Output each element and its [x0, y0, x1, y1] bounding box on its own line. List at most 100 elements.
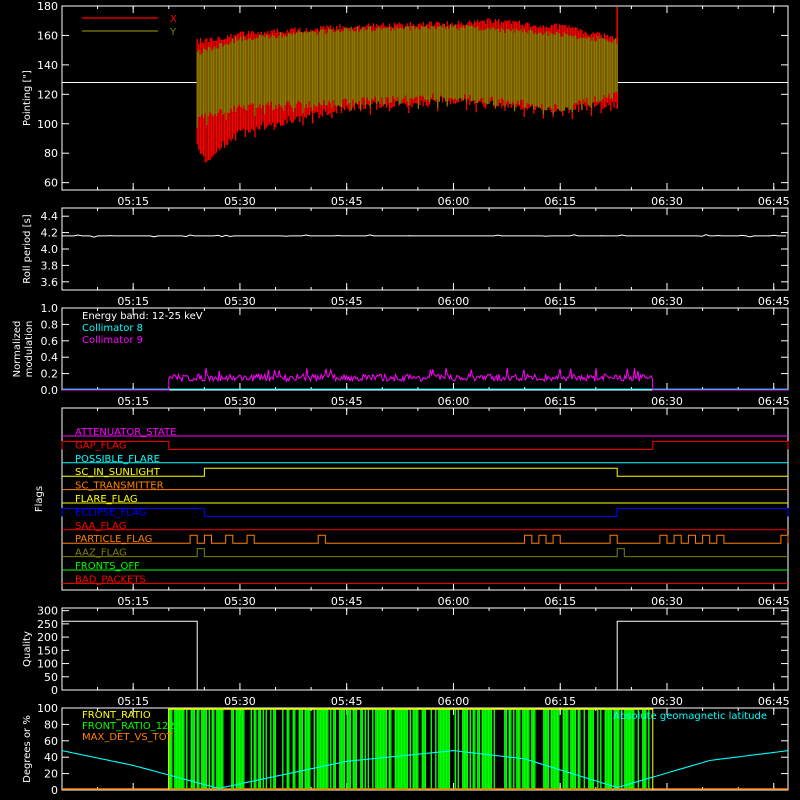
- y-tick-label: 100: [37, 702, 58, 715]
- x-tick-label: 06:30: [651, 395, 683, 408]
- x-tick-label: 06:15: [544, 395, 576, 408]
- x-tick-label: 06:45: [758, 695, 790, 708]
- y-tick-label: 3.6: [41, 276, 59, 289]
- x-tick-label: 06:45: [758, 295, 790, 308]
- y-tick-label: 120: [37, 88, 58, 101]
- x-tick-label: 05:15: [117, 295, 149, 308]
- x-tick-label: 06:00: [438, 395, 470, 408]
- y-tick-label: 20: [44, 768, 58, 781]
- y-tick-label: 1.0: [41, 302, 59, 315]
- y-tick-label: 100: [37, 658, 58, 671]
- y-tick-label: 0.4: [41, 351, 59, 364]
- y-axis-label: Degrees or %: [22, 715, 33, 783]
- x-tick-label: 05:30: [224, 695, 256, 708]
- x-tick-label: 05:45: [331, 695, 363, 708]
- flag-trace: [61, 507, 789, 517]
- flag-label: ECLIPSE_FLAG: [75, 507, 146, 518]
- y-tick-label: 0: [51, 784, 58, 797]
- x-tick-label: 06:15: [544, 695, 576, 708]
- x-tick-label: 06:00: [438, 595, 470, 608]
- y-tick-label: 3.8: [41, 259, 59, 272]
- x-tick-label: 05:15: [117, 395, 149, 408]
- x-tick-label: 05:30: [224, 195, 256, 208]
- y-tick-label: 150: [37, 644, 58, 657]
- x-tick-label: 06:00: [438, 695, 470, 708]
- x-tick-label: 06:30: [651, 295, 683, 308]
- y-tick-label: 100: [37, 118, 58, 131]
- panel-frame: [61, 207, 789, 291]
- degrees-legend-item: FRONT_RATIO: [82, 710, 151, 721]
- x-tick-label: 06:45: [758, 195, 790, 208]
- y-tick-label: 300: [37, 605, 58, 618]
- legend-label-y: Y: [169, 27, 177, 38]
- flag-trace: [62, 548, 788, 558]
- roll-period-trace: [62, 234, 786, 238]
- y-tick-label: 50: [44, 671, 58, 684]
- panel-6: 0 20 40 60 80 100 Degrees or % FRONT_RATIOFRONT…: [22, 702, 789, 797]
- flag-trace: [61, 440, 789, 450]
- y-tick-label: 200: [37, 631, 58, 644]
- panel-5: 05:15 05:30 05:45 06:00 06:15 06:30 06:45 05010…: [22, 605, 790, 708]
- x-tick-label: 06:15: [544, 595, 576, 608]
- flag-label: GAP_FLAG: [75, 440, 127, 451]
- x-tick-label: 05:15: [117, 695, 149, 708]
- flag-trace: [62, 467, 788, 477]
- x-tick-label: 05:45: [331, 295, 363, 308]
- y-tick-label: 4.2: [41, 227, 59, 240]
- flag-trace: [62, 534, 789, 544]
- y-tick-label: 4.4: [41, 210, 59, 223]
- y-tick-label: 0.8: [41, 318, 59, 331]
- y-axis-label: Normalized: [12, 321, 23, 378]
- y-axis-label: modulation: [24, 321, 35, 378]
- front-ratio-1225-trace: [168, 708, 650, 790]
- x-tick-label: 05:45: [331, 595, 363, 608]
- panel-1: 05:15 05:30 05:45 06:00 06:15 06:30 06:45 60 80 1…: [22, 0, 790, 208]
- x-tick-label: 05:45: [331, 195, 363, 208]
- panel-frame: [61, 607, 789, 691]
- x-tick-label: 05:15: [117, 195, 149, 208]
- y-tick-label: 0.2: [41, 368, 59, 381]
- x-tick-label: 06:45: [758, 595, 790, 608]
- x-tick-label: 06:45: [758, 395, 790, 408]
- y-tick-label: 80: [44, 718, 58, 731]
- latitude-annotation: Absolute geomagnetic latitude: [613, 711, 767, 722]
- x-tick-label: 05:30: [224, 595, 256, 608]
- quality-trace: [62, 620, 788, 691]
- modulation-legend-item: Energy band: 12-25 keV: [82, 311, 203, 322]
- y-tick-label: 0: [51, 684, 58, 697]
- collimator-9-trace: [62, 367, 788, 391]
- y-tick-label: 160: [37, 29, 58, 42]
- y-tick-label: 80: [44, 147, 58, 160]
- y-axis-label: Flags: [34, 486, 45, 512]
- x-tick-label: 06:30: [651, 195, 683, 208]
- y-tick-label: 180: [37, 0, 58, 13]
- y-tick-label: 60: [44, 177, 58, 190]
- x-tick-label: 05:30: [224, 295, 256, 308]
- degrees-legend-item: MAX_DET_VS_TOT: [82, 732, 174, 743]
- chart-canvas: 05:15 05:30 05:45 06:00 06:15 06:30 06:45 60 80 1…: [12, 0, 790, 797]
- x-tick-label: 06:30: [651, 695, 683, 708]
- x-tick-label: 05:15: [117, 595, 149, 608]
- degrees-legend-item: FRONT_RATIO_1225: [82, 721, 181, 732]
- panel-2: 05:15 05:30 05:45 06:00 06:15 06:30 06:45 3.6 3.…: [22, 207, 790, 308]
- panel-3: 05:15 05:30 05:45 06:00 06:15 06:30 06:45 0.0 0.…: [12, 302, 790, 408]
- y-axis-label: Quality: [22, 631, 33, 667]
- legend-label-x: X: [170, 14, 177, 25]
- y-axis-label: Pointing ["]: [22, 70, 33, 126]
- y-tick-label: 140: [37, 59, 58, 72]
- y-tick-label: 0.6: [41, 335, 59, 348]
- modulation-legend-item: Collimator 8: [82, 323, 143, 334]
- x-tick-label: 06:15: [544, 195, 576, 208]
- x-tick-label: 05:45: [331, 395, 363, 408]
- x-tick-label: 06:00: [438, 195, 470, 208]
- y-tick-label: 60: [44, 735, 58, 748]
- x-tick-label: 06:00: [438, 295, 470, 308]
- y-axis-label: Roll period [s]: [22, 214, 33, 283]
- y-tick-label: 4.0: [41, 243, 59, 256]
- panel-4: 05:15 05:30 05:45 06:00 06:15 06:30 06:45 Flags…: [34, 407, 790, 608]
- x-tick-label: 06:15: [544, 295, 576, 308]
- x-tick-label: 06:30: [651, 595, 683, 608]
- x-tick-label: 05:30: [224, 395, 256, 408]
- y-tick-label: 40: [44, 751, 58, 764]
- y-tick-label: 250: [37, 618, 58, 631]
